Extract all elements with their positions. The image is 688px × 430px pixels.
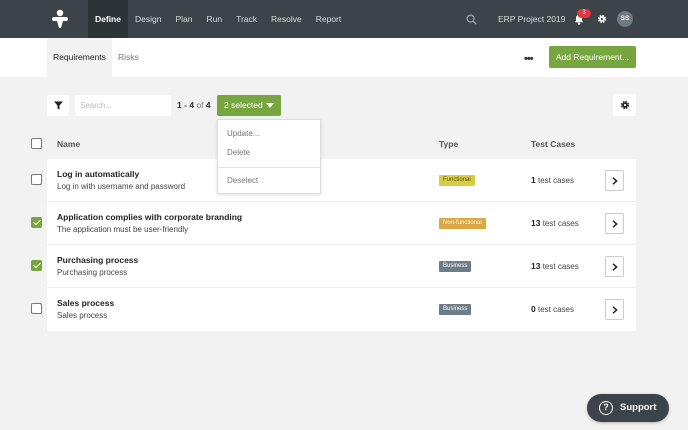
tab-risks[interactable]: Risks <box>112 38 145 77</box>
question-circle-icon: ? <box>599 401 613 415</box>
test-case-unit: test cases <box>542 262 579 271</box>
table-row[interactable]: Sales process Sales process Business 0 t… <box>47 288 636 331</box>
open-requirement-button[interactable] <box>605 256 624 277</box>
open-requirement-button[interactable] <box>605 299 624 320</box>
type-badge: Non-functional <box>439 218 486 229</box>
test-case-number: 0 <box>531 304 536 314</box>
selection-actions-menu: Update... Delete Deselect <box>217 119 321 194</box>
filter-button[interactable] <box>47 95 69 116</box>
nav-item-design[interactable]: Design <box>128 0 168 38</box>
type-badge: Business <box>439 304 472 315</box>
column-header-type[interactable]: Type <box>439 139 458 149</box>
requirement-description: Purchasing process <box>57 268 128 277</box>
row-checkbox[interactable] <box>31 260 42 271</box>
pager-of: of <box>196 100 204 110</box>
test-case-unit: test cases <box>537 305 574 314</box>
column-header-test-cases[interactable]: Test Cases <box>531 139 575 149</box>
nav-item-define[interactable]: Define <box>88 0 128 38</box>
column-header-name[interactable]: Name <box>57 139 80 149</box>
gear-icon[interactable] <box>597 14 607 24</box>
top-navigation: Define Design Plan Run Track Resolve Rep… <box>0 0 688 38</box>
more-options-button[interactable]: ••• <box>524 53 534 65</box>
menu-item-deselect[interactable]: Deselect <box>227 176 258 185</box>
pager-to: 4 <box>189 100 195 110</box>
pagination-info: 1 - 4 of 4 <box>177 95 211 116</box>
row-checkbox[interactable] <box>31 303 42 314</box>
requirement-title[interactable]: Application complies with corporate bran… <box>57 212 242 222</box>
test-case-count: 1 test cases <box>531 175 574 185</box>
pager-from: 1 <box>177 100 182 110</box>
nav-item-resolve[interactable]: Resolve <box>264 0 309 38</box>
support-button[interactable]: ? Support <box>587 394 669 422</box>
search-icon[interactable] <box>466 14 477 25</box>
nav-item-plan[interactable]: Plan <box>168 0 199 38</box>
test-case-number: 1 <box>531 175 536 185</box>
caret-down-icon <box>266 103 274 108</box>
pager-total: 4 <box>205 100 211 110</box>
requirement-description: Log in with username and password <box>57 182 186 191</box>
selection-actions-dropdown[interactable]: 2 selected <box>217 95 281 116</box>
row-checkbox[interactable] <box>31 217 42 228</box>
notification-count-badge: 3 <box>577 9 591 18</box>
open-requirement-button[interactable] <box>605 213 624 234</box>
table-row[interactable]: Application complies with corporate bran… <box>47 202 636 245</box>
type-badge: Business <box>439 261 472 272</box>
main-nav: Define Design Plan Run Track Resolve Rep… <box>88 0 348 38</box>
requirements-table: Log in automatically Log in with usernam… <box>47 159 636 331</box>
requirement-title[interactable]: Purchasing process <box>57 255 138 265</box>
nav-item-report[interactable]: Report <box>309 0 349 38</box>
sub-header: Requirements Risks ••• Add Requirement..… <box>0 38 688 77</box>
chevron-right-icon <box>612 176 618 185</box>
type-badge: Functional <box>439 175 475 186</box>
requirement-title[interactable]: Log in automatically <box>57 169 139 179</box>
test-case-number: 13 <box>531 218 541 228</box>
menu-item-update[interactable]: Update... <box>227 129 259 138</box>
requirement-title[interactable]: Sales process <box>57 298 114 308</box>
chevron-right-icon <box>612 305 618 314</box>
test-case-count: 0 test cases <box>531 304 574 314</box>
gear-icon <box>620 100 629 110</box>
add-requirement-button[interactable]: Add Requirement... <box>549 46 636 68</box>
filter-icon <box>53 101 63 110</box>
support-label: Support <box>620 402 657 413</box>
tab-requirements[interactable]: Requirements <box>47 38 112 77</box>
menu-item-delete[interactable]: Delete <box>227 148 250 157</box>
selection-count-label: 2 selected <box>224 100 263 110</box>
nav-item-run[interactable]: Run <box>199 0 229 38</box>
menu-divider <box>218 167 320 168</box>
table-row[interactable]: Log in automatically Log in with usernam… <box>47 159 636 202</box>
nav-item-track[interactable]: Track <box>229 0 264 38</box>
chevron-right-icon <box>612 219 618 228</box>
select-all-checkbox[interactable] <box>31 138 42 149</box>
app-logo-icon[interactable] <box>50 9 70 29</box>
user-avatar[interactable]: SS <box>617 11 633 27</box>
table-row[interactable]: Purchasing process Purchasing process Bu… <box>47 245 636 288</box>
requirement-description: The application must be user-friendly <box>57 225 189 234</box>
pager-dash: - <box>184 100 187 110</box>
chevron-right-icon <box>612 262 618 271</box>
project-selector[interactable]: ERP Project 2019 <box>498 0 565 38</box>
test-case-unit: test cases <box>542 219 579 228</box>
test-case-number: 13 <box>531 261 541 271</box>
open-requirement-button[interactable] <box>605 170 624 191</box>
search-input[interactable] <box>75 95 171 116</box>
test-case-count: 13 test cases <box>531 218 579 228</box>
test-case-unit: test cases <box>537 176 574 185</box>
requirement-description: Sales process <box>57 311 108 320</box>
row-checkbox[interactable] <box>31 174 42 185</box>
test-case-count: 13 test cases <box>531 261 579 271</box>
table-settings-button[interactable] <box>613 94 636 116</box>
